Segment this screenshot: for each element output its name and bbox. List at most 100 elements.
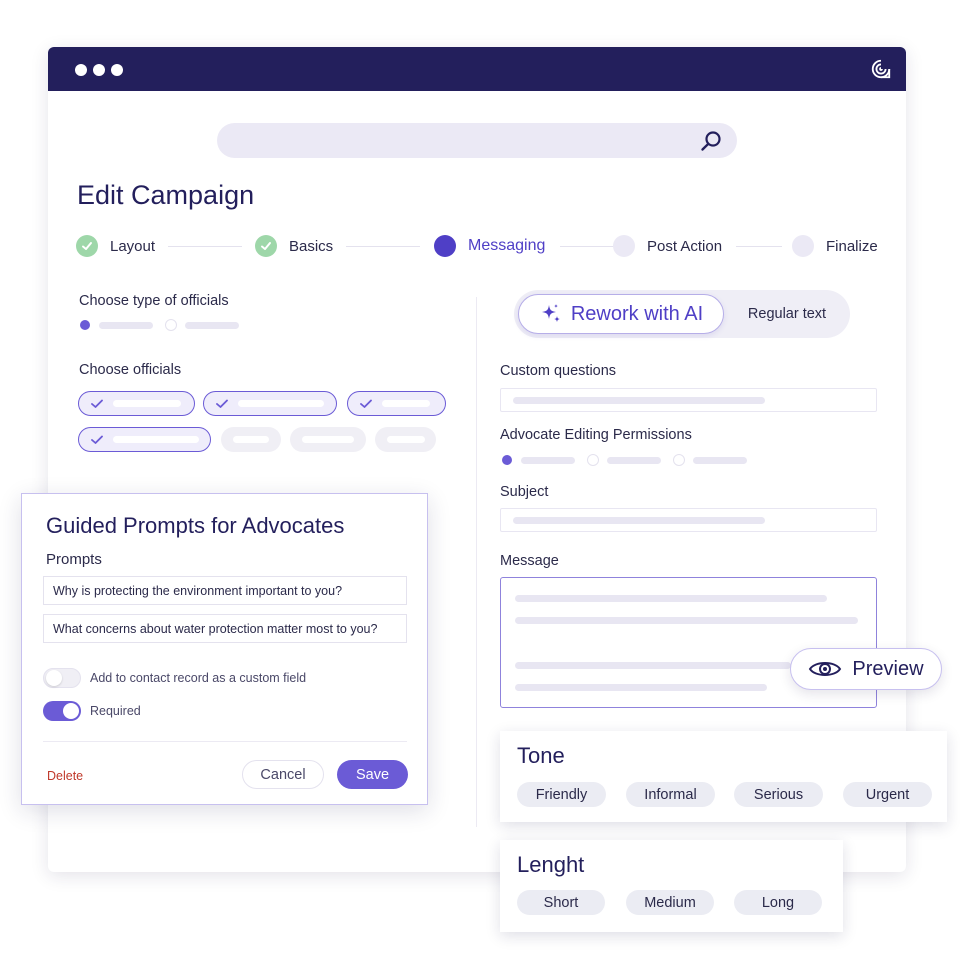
officials-label: Choose officials <box>79 362 182 378</box>
custom-field-toggle[interactable] <box>43 668 81 688</box>
placeholder-bar <box>515 617 858 624</box>
placeholder-bar <box>238 400 324 407</box>
toggle-knob <box>46 670 62 686</box>
radio-unselected[interactable] <box>587 454 599 466</box>
step-basics[interactable]: Basics <box>255 235 333 257</box>
step-label: Finalize <box>826 237 878 255</box>
step-connector <box>346 246 420 247</box>
official-chip[interactable] <box>375 427 436 452</box>
check-icon <box>76 235 98 257</box>
pending-step-dot-icon <box>613 235 635 257</box>
officials-type-label: Choose type of officials <box>79 293 229 309</box>
progress-stepper: Layout Basics Messaging Post Action Fina… <box>76 235 878 259</box>
guided-prompts-panel: Guided Prompts for Advocates Prompts Why… <box>21 493 428 805</box>
prompt-input[interactable]: What concerns about water protection mat… <box>43 614 407 643</box>
placeholder-bar <box>233 436 269 443</box>
placeholder-bar <box>113 400 181 407</box>
permissions-radio-group <box>501 454 747 466</box>
tone-option-serious[interactable]: Serious <box>734 782 823 807</box>
tone-title: Tone <box>517 743 565 768</box>
cancel-button[interactable]: Cancel <box>242 760 324 789</box>
preview-button[interactable]: Preview <box>790 648 942 690</box>
custom-questions-field[interactable] <box>500 388 877 412</box>
step-messaging[interactable]: Messaging <box>434 235 545 257</box>
placeholder-bar <box>382 400 430 407</box>
placeholder-bar <box>515 662 791 669</box>
tone-option-friendly[interactable]: Friendly <box>517 782 606 807</box>
sparkle-icon <box>541 304 560 322</box>
rework-label: Rework with AI <box>570 302 704 325</box>
placeholder-bar <box>513 516 765 524</box>
mode-toggle: Rework with AI Regular text <box>514 290 850 338</box>
radio-selected[interactable] <box>502 455 512 465</box>
check-icon <box>360 399 372 408</box>
placeholder-bar <box>99 321 153 329</box>
panel-title: Guided Prompts for Advocates <box>46 513 345 538</box>
window-dot-icon <box>111 64 123 76</box>
placeholder-bar <box>386 436 425 443</box>
message-label: Message <box>500 553 559 569</box>
length-option-long[interactable]: Long <box>734 890 822 915</box>
officials-type-radio-group <box>79 319 239 331</box>
search-input[interactable] <box>217 123 737 158</box>
brand-logo-icon <box>871 59 891 79</box>
required-label: Required <box>90 704 141 718</box>
step-connector <box>560 246 618 247</box>
custom-field-label: Add to contact record as a custom field <box>90 671 307 685</box>
required-toggle[interactable] <box>43 701 81 721</box>
permissions-label: Advocate Editing Permissions <box>500 427 692 443</box>
title-bar <box>48 47 906 91</box>
pending-step-dot-icon <box>792 235 814 257</box>
placeholder-bar <box>515 684 767 691</box>
delete-button[interactable]: Delete <box>47 769 83 783</box>
step-label: Post Action <box>647 237 723 255</box>
column-divider <box>476 297 477 827</box>
prompt-input[interactable]: Why is protecting the environment import… <box>43 576 407 605</box>
subject-label: Subject <box>500 484 549 500</box>
official-chip-selected[interactable] <box>78 427 211 452</box>
placeholder-bar <box>513 396 765 404</box>
tone-option-urgent[interactable]: Urgent <box>843 782 932 807</box>
check-icon <box>216 399 228 408</box>
radio-unselected[interactable] <box>165 319 177 331</box>
official-chip[interactable] <box>221 427 281 452</box>
custom-questions-label: Custom questions <box>500 363 617 379</box>
search-icon[interactable] <box>699 129 723 153</box>
step-finalize[interactable]: Finalize <box>792 235 878 257</box>
subject-field[interactable] <box>500 508 877 532</box>
panel-divider <box>43 741 407 742</box>
length-option-short[interactable]: Short <box>517 890 605 915</box>
placeholder-bar <box>693 456 747 464</box>
preview-label: Preview <box>852 657 924 680</box>
length-option-medium[interactable]: Medium <box>626 890 714 915</box>
prompts-label: Prompts <box>46 551 102 568</box>
window-dot-icon <box>75 64 87 76</box>
placeholder-bar <box>113 436 199 443</box>
step-post-action[interactable]: Post Action <box>613 235 722 257</box>
page-title: Edit Campaign <box>77 180 255 210</box>
length-title: Lenght <box>517 852 585 877</box>
length-card: Lenght Short Medium Long <box>500 840 843 932</box>
window-dot-icon <box>93 64 105 76</box>
current-step-dot-icon <box>434 235 456 257</box>
radio-unselected[interactable] <box>673 454 685 466</box>
rework-with-ai-button[interactable]: Rework with AI <box>518 294 724 334</box>
step-label: Basics <box>289 237 334 255</box>
official-chip[interactable] <box>290 427 366 452</box>
official-chip-selected[interactable] <box>78 391 195 416</box>
radio-selected[interactable] <box>80 320 90 330</box>
tone-card: Tone Friendly Informal Serious Urgent <box>500 731 947 822</box>
official-chip-selected[interactable] <box>203 391 337 416</box>
official-chip-selected[interactable] <box>347 391 446 416</box>
regular-text-button[interactable]: Regular text <box>724 290 850 338</box>
step-layout[interactable]: Layout <box>76 235 155 257</box>
step-connector <box>736 246 782 247</box>
placeholder-bar <box>515 595 827 602</box>
step-label: Messaging <box>468 237 546 254</box>
check-icon <box>91 399 103 408</box>
save-button[interactable]: Save <box>337 760 408 789</box>
tone-option-informal[interactable]: Informal <box>626 782 715 807</box>
placeholder-bar <box>302 436 354 443</box>
step-label: Layout <box>110 237 156 255</box>
step-connector <box>168 246 242 247</box>
